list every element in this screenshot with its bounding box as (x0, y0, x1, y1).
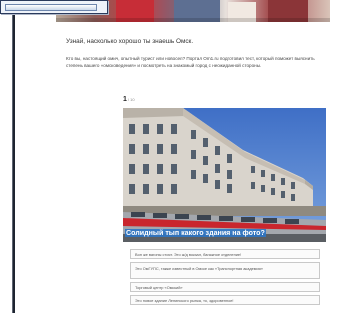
question-total: / 10 (127, 97, 135, 102)
dialog-fragment (0, 0, 108, 14)
question-photo: Солидный тып какого здания на фото? (123, 108, 326, 242)
answer-option-4[interactable]: Это новое здание Ленинского рынка, то, з… (130, 295, 320, 305)
question-number: 1 (123, 96, 127, 103)
question-counter: 1/ 10 (123, 96, 135, 103)
answer-list: Вон же вагоны стоят. Это ж/д вокзал, баг… (130, 249, 320, 308)
window-border (13, 0, 15, 313)
answer-option-1[interactable]: Вон же вагоны стоят. Это ж/д вокзал, баг… (130, 249, 320, 259)
article-intro: Кто вы, настоящий омич, опытный турист и… (66, 56, 315, 68)
question-caption: Солидный тып какого здания на фото? (125, 229, 266, 237)
answer-option-2[interactable]: Это ОмГУПС, также известный в Омске как … (130, 262, 320, 279)
building-photo-illustration (123, 108, 326, 242)
answer-option-3[interactable]: Торговый центр «Омский» (130, 282, 320, 292)
article-heading: Узнай, насколько хорошо ты знаешь Омск. (66, 38, 194, 45)
dialog-input[interactable] (5, 4, 97, 11)
